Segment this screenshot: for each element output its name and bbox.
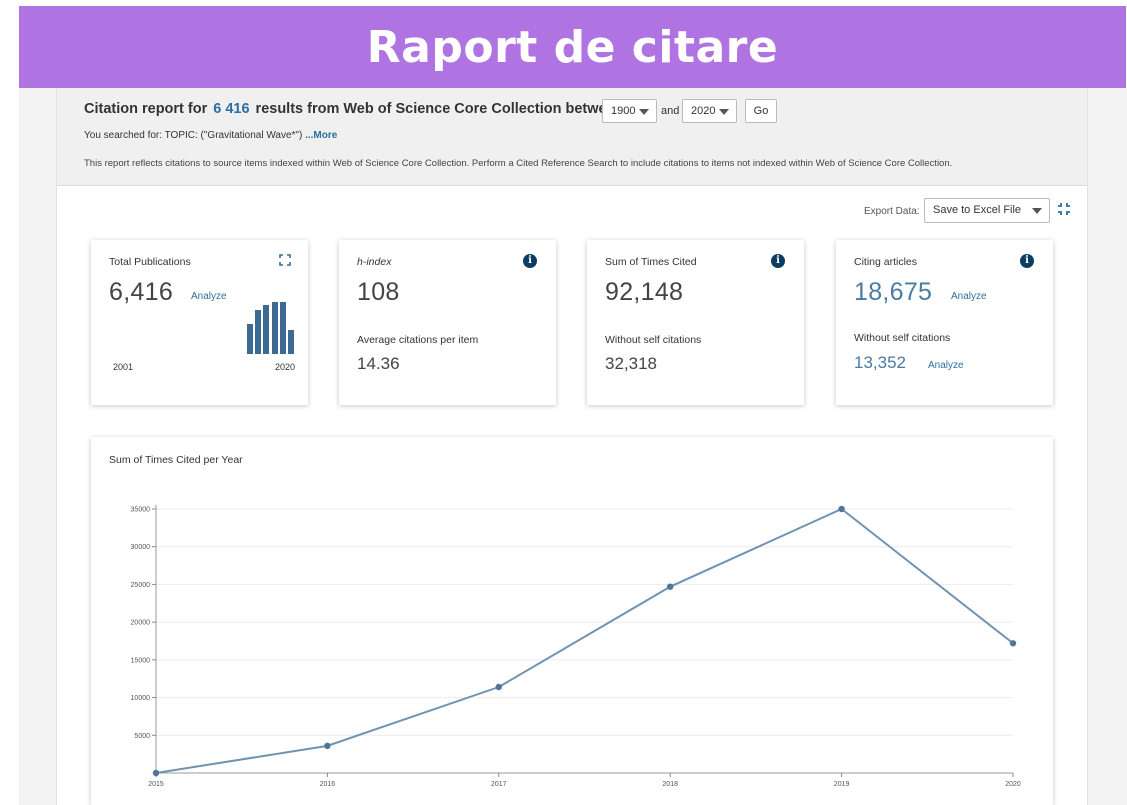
collapse-icon[interactable] [1057, 202, 1071, 216]
export-label: Export Data: [864, 206, 920, 217]
average-citations-value: 14.36 [357, 354, 400, 373]
average-citations-label: Average citations per item [357, 334, 479, 346]
x-tick-label: 2020 [1005, 781, 1021, 788]
title-suffix: results from Web of Science Core Collect… [255, 101, 624, 117]
publications-sparkline [247, 302, 294, 354]
left-gutter [19, 88, 57, 805]
y-tick-label: 5000 [134, 733, 150, 740]
spark-bar [279, 302, 286, 354]
year-from-select[interactable]: 1900 [602, 99, 657, 123]
data-point [667, 583, 674, 590]
year-to-value: 2020 [691, 105, 716, 117]
x-tick-label: 2018 [662, 781, 678, 788]
chevron-down-icon [639, 109, 649, 115]
without-self-citations-label: Without self citations [605, 334, 702, 346]
spark-bar [288, 330, 294, 354]
chevron-down-icon [719, 109, 729, 115]
report-note: This report reflects citations to source… [84, 158, 953, 169]
h-index-value: 108 [357, 278, 400, 306]
sum-times-cited-card: Sum of Times Cited i 92,148 Without self… [587, 240, 804, 405]
more-link[interactable]: ...More [305, 130, 337, 141]
without-self-citations-value[interactable]: 13,352 [854, 353, 906, 373]
citing-articles-card: Citing articles i 18,675 Analyze Without… [836, 240, 1053, 405]
x-tick-label: 2017 [491, 781, 507, 788]
card-label: Sum of Times Cited [605, 256, 697, 268]
spark-year-start: 2001 [113, 362, 134, 372]
report-header: Citation report for 6 416 results from W… [57, 88, 1087, 186]
go-button[interactable]: Go [745, 99, 777, 123]
analyze-link[interactable]: Analyze [928, 360, 964, 371]
y-tick-label: 20000 [131, 620, 151, 627]
total-publications-card: Total Publications 6,416 Analyze 2001 20… [91, 240, 308, 405]
export-select[interactable]: Save to Excel File [924, 198, 1050, 223]
result-count: 6 416 [213, 101, 250, 117]
and-label: and [661, 105, 680, 117]
total-publications-value: 6,416 [109, 278, 174, 306]
sum-times-cited-value: 92,148 [605, 278, 684, 306]
search-query: You searched for: TOPIC: ("Gravitational… [84, 130, 337, 141]
citing-articles-value[interactable]: 18,675 [854, 278, 932, 307]
times-cited-line-chart: 5000 10000 15000 20000 25000 30000 35000 2015 20… [131, 505, 1021, 788]
info-icon[interactable]: i [771, 254, 785, 268]
y-tick-label: 30000 [131, 544, 151, 551]
spark-bar [255, 310, 262, 354]
analyze-link[interactable]: Analyze [951, 291, 987, 302]
y-tick-label: 25000 [131, 582, 151, 589]
x-tick-label: 2015 [148, 781, 164, 788]
x-tick-label: 2016 [320, 781, 336, 788]
export-selected-value: Save to Excel File [933, 204, 1022, 216]
h-index-card: h-index i 108 Average citations per item… [339, 240, 556, 405]
title-prefix: Citation report for [84, 101, 208, 117]
expand-icon[interactable] [279, 254, 291, 266]
chevron-down-icon [1032, 208, 1042, 214]
spark-bar [271, 302, 278, 354]
right-gutter [1087, 88, 1127, 805]
banner-title: Raport de citare [366, 21, 779, 73]
x-tick-label: 2019 [834, 781, 850, 788]
data-point [838, 505, 845, 513]
y-tick-label: 10000 [131, 695, 151, 702]
card-label: h-index [357, 256, 392, 268]
spark-bar [263, 305, 270, 354]
y-tick-label: 35000 [131, 507, 151, 514]
spark-year-end: 2020 [275, 362, 296, 372]
search-query-text: You searched for: TOPIC: ("Gravitational… [84, 130, 303, 141]
series-line [155, 507, 1014, 774]
year-to-select[interactable]: 2020 [682, 99, 737, 123]
data-point [1009, 640, 1017, 647]
year-from-value: 1900 [611, 105, 636, 117]
times-cited-chart-card: Sum of Times Cited per Year 5000 10000 150… [91, 437, 1053, 805]
data-point [324, 742, 331, 750]
card-label: Total Publications [109, 256, 191, 268]
info-icon[interactable]: i [523, 254, 537, 268]
report-title: Citation report for 6 416 results from W… [84, 101, 624, 117]
title-banner: Raport de citare [19, 6, 1126, 88]
without-self-citations-label: Without self citations [854, 332, 951, 344]
without-self-citations-value: 32,318 [605, 354, 657, 373]
spark-bar [247, 324, 253, 354]
data-point [152, 769, 160, 777]
card-label: Citing articles [854, 256, 918, 268]
y-tick-label: 15000 [131, 657, 151, 664]
data-point [495, 683, 502, 691]
info-icon[interactable]: i [1020, 254, 1034, 268]
analyze-link[interactable]: Analyze [191, 291, 227, 302]
